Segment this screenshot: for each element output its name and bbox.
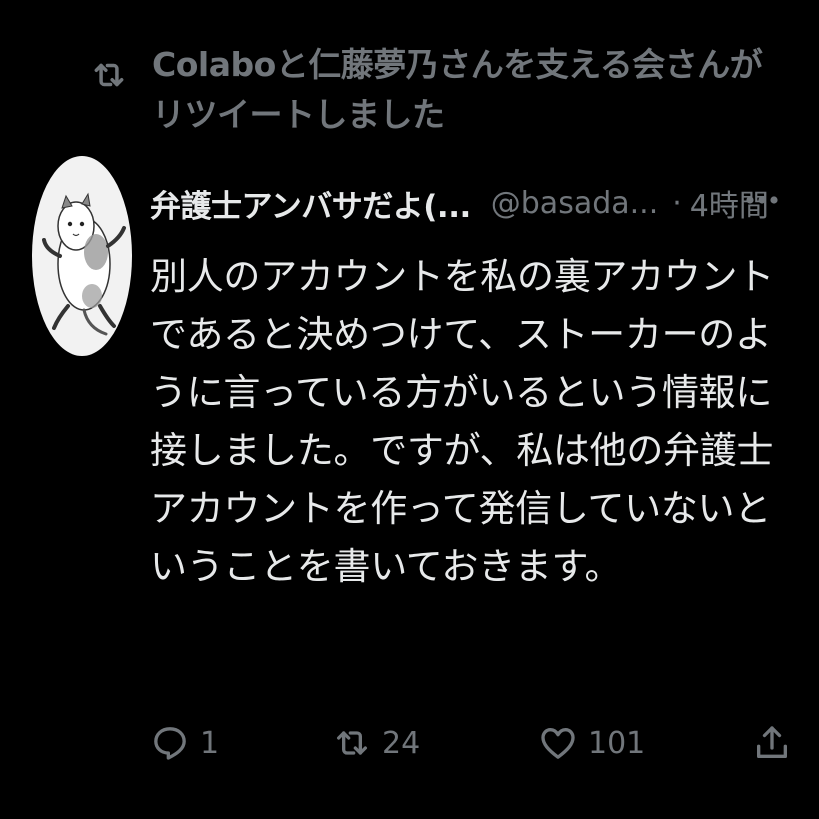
share-button[interactable] <box>752 708 792 778</box>
handle[interactable]: @basada... <box>491 186 658 221</box>
tweet-text: 別人のアカウントを私の裏アカウントであると決めつけて、ストーカーのように言ってい… <box>150 255 774 588</box>
tweet-header: 弁護士アンバサだよ(... @basada... · 4時間 <box>150 176 790 230</box>
more-dots-icon[interactable] <box>742 188 782 212</box>
separator: · <box>672 185 682 221</box>
tweet[interactable]: Colaboと仁藤夢乃さんを支える会さんがリツイートしました 弁護士アンバサだよ… <box>0 0 819 819</box>
reply-icon <box>150 723 190 763</box>
cat-avatar <box>32 156 132 356</box>
retweet-icon <box>332 723 372 763</box>
retweet-header-text[interactable]: Colaboと仁藤夢乃さんを支える会さんがリツイートしました <box>152 40 792 140</box>
display-name[interactable]: 弁護士アンバサだよ(... <box>150 181 471 226</box>
reply-button[interactable]: 1 <box>150 708 219 778</box>
like-button[interactable]: 101 <box>538 708 645 778</box>
avatar[interactable] <box>32 156 132 356</box>
reply-count: 1 <box>200 725 220 761</box>
like-count: 101 <box>588 725 646 761</box>
share-icon <box>752 723 792 763</box>
retweet-count: 24 <box>382 725 421 761</box>
heart-icon <box>538 723 578 763</box>
action-bar: 1 24 101 <box>150 708 790 778</box>
retweet-icon <box>90 56 128 94</box>
retweet-button[interactable]: 24 <box>332 708 420 778</box>
